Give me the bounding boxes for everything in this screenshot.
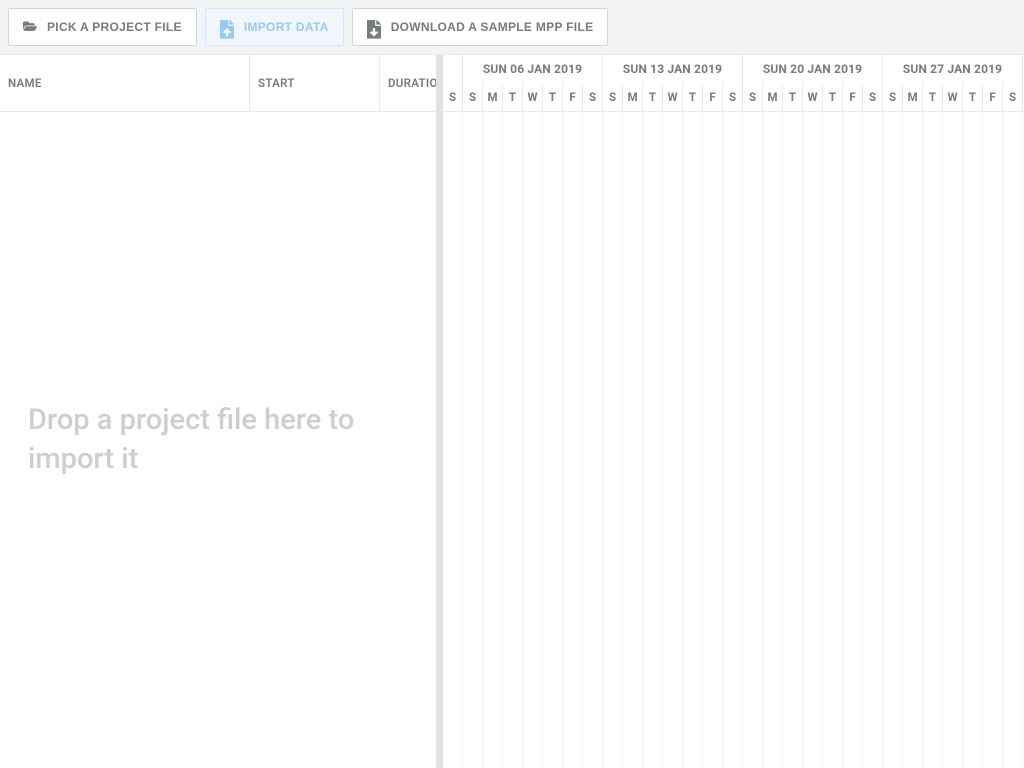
main-split: NAME START DURATION Drop a project file …	[0, 55, 1024, 768]
import-data-label: IMPORT DATA	[244, 20, 329, 34]
timeline-day-column	[623, 112, 643, 768]
drop-zone-placeholder: Drop a project file here to import it	[28, 401, 408, 479]
import-data-button: IMPORT DATA	[205, 8, 344, 46]
timeline-day-column	[963, 112, 983, 768]
timeline-day-header: W	[803, 83, 823, 111]
timeline-day-header: T	[963, 83, 983, 111]
timeline-day-column	[703, 112, 723, 768]
timeline-day-column	[1003, 112, 1023, 768]
timeline-day-column	[983, 112, 1003, 768]
task-grid: NAME START DURATION Drop a project file …	[0, 55, 436, 768]
column-header-start[interactable]: START	[250, 55, 380, 111]
pick-project-file-button[interactable]: PICK A PROJECT FILE	[8, 8, 197, 46]
timeline-day-column	[483, 112, 503, 768]
timeline-body[interactable]	[443, 112, 1024, 768]
task-grid-drop-zone[interactable]: Drop a project file here to import it	[0, 112, 436, 768]
timeline-day-header: S	[743, 83, 763, 111]
timeline-day-column	[563, 112, 583, 768]
download-sample-button[interactable]: DOWNLOAD A SAMPLE MPP FILE	[352, 8, 609, 46]
timeline-day-header: S	[883, 83, 903, 111]
folder-open-icon	[23, 20, 37, 34]
timeline-week-header: SUN 13 JAN 2019	[603, 55, 743, 83]
timeline-week-header: SUN 20 JAN 2019	[743, 55, 883, 83]
toolbar: PICK A PROJECT FILE IMPORT DATA DOWNLOAD…	[0, 0, 1024, 55]
timeline-day-header: T	[683, 83, 703, 111]
timeline-day-column	[863, 112, 883, 768]
timeline-day-column	[523, 112, 543, 768]
timeline-day-header: S	[583, 83, 603, 111]
column-header-name[interactable]: NAME	[0, 55, 250, 111]
timeline-day-column	[783, 112, 803, 768]
timeline-day-header: F	[983, 83, 1003, 111]
timeline-day-header: F	[563, 83, 583, 111]
file-download-icon	[367, 20, 381, 34]
timeline-day-column	[503, 112, 523, 768]
timeline-day-column	[443, 112, 463, 768]
timeline-day-column	[463, 112, 483, 768]
timeline-day-header: T	[503, 83, 523, 111]
timeline-day-column	[823, 112, 843, 768]
timeline-day-column	[683, 112, 703, 768]
timeline-day-column	[883, 112, 903, 768]
timeline-day-header: T	[643, 83, 663, 111]
pick-project-file-label: PICK A PROJECT FILE	[47, 20, 182, 34]
timeline-day-header: T	[543, 83, 563, 111]
timeline-weeks-row: SUN 06 JAN 2019SUN 13 JAN 2019SUN 20 JAN…	[443, 55, 1024, 83]
timeline-header: SUN 06 JAN 2019SUN 13 JAN 2019SUN 20 JAN…	[443, 55, 1024, 112]
timeline-day-column	[943, 112, 963, 768]
file-import-icon	[220, 20, 234, 34]
timeline-day-header: F	[843, 83, 863, 111]
timeline-pane: SUN 06 JAN 2019SUN 13 JAN 2019SUN 20 JAN…	[443, 55, 1024, 768]
timeline-day-header: W	[943, 83, 963, 111]
task-grid-header: NAME START DURATION	[0, 55, 436, 112]
timeline-day-column	[643, 112, 663, 768]
timeline-day-column	[803, 112, 823, 768]
timeline-week-header: SUN 27 JAN 2019	[883, 55, 1023, 83]
timeline-day-header: S	[443, 83, 463, 111]
timeline-week-header: SUN 06 JAN 2019	[463, 55, 603, 83]
timeline-days-row: SSMTWTFSSMTWTFSSMTWTFSSMTWTFS	[443, 83, 1024, 111]
timeline-day-header: W	[663, 83, 683, 111]
timeline-day-column	[723, 112, 743, 768]
column-header-duration[interactable]: DURATION	[380, 55, 436, 111]
timeline-day-column	[843, 112, 863, 768]
timeline-day-header: M	[483, 83, 503, 111]
download-sample-label: DOWNLOAD A SAMPLE MPP FILE	[391, 20, 594, 34]
timeline-day-header: M	[763, 83, 783, 111]
timeline-day-header: W	[523, 83, 543, 111]
pane-splitter[interactable]	[436, 55, 443, 768]
timeline-day-column	[603, 112, 623, 768]
timeline-day-column	[663, 112, 683, 768]
timeline-day-header: T	[783, 83, 803, 111]
timeline-day-column	[543, 112, 563, 768]
timeline-day-header: T	[923, 83, 943, 111]
timeline-day-header: S	[723, 83, 743, 111]
timeline-day-column	[903, 112, 923, 768]
timeline-day-header: M	[623, 83, 643, 111]
timeline-day-column	[923, 112, 943, 768]
timeline-day-header: M	[903, 83, 923, 111]
timeline-day-header: T	[823, 83, 843, 111]
timeline-day-column	[583, 112, 603, 768]
timeline-day-column	[763, 112, 783, 768]
timeline-day-header: S	[863, 83, 883, 111]
timeline-day-header: F	[703, 83, 723, 111]
timeline-day-header: S	[463, 83, 483, 111]
timeline-day-header: S	[1003, 83, 1023, 111]
timeline-week-header	[443, 55, 463, 83]
timeline-day-header: S	[603, 83, 623, 111]
timeline-day-column	[743, 112, 763, 768]
